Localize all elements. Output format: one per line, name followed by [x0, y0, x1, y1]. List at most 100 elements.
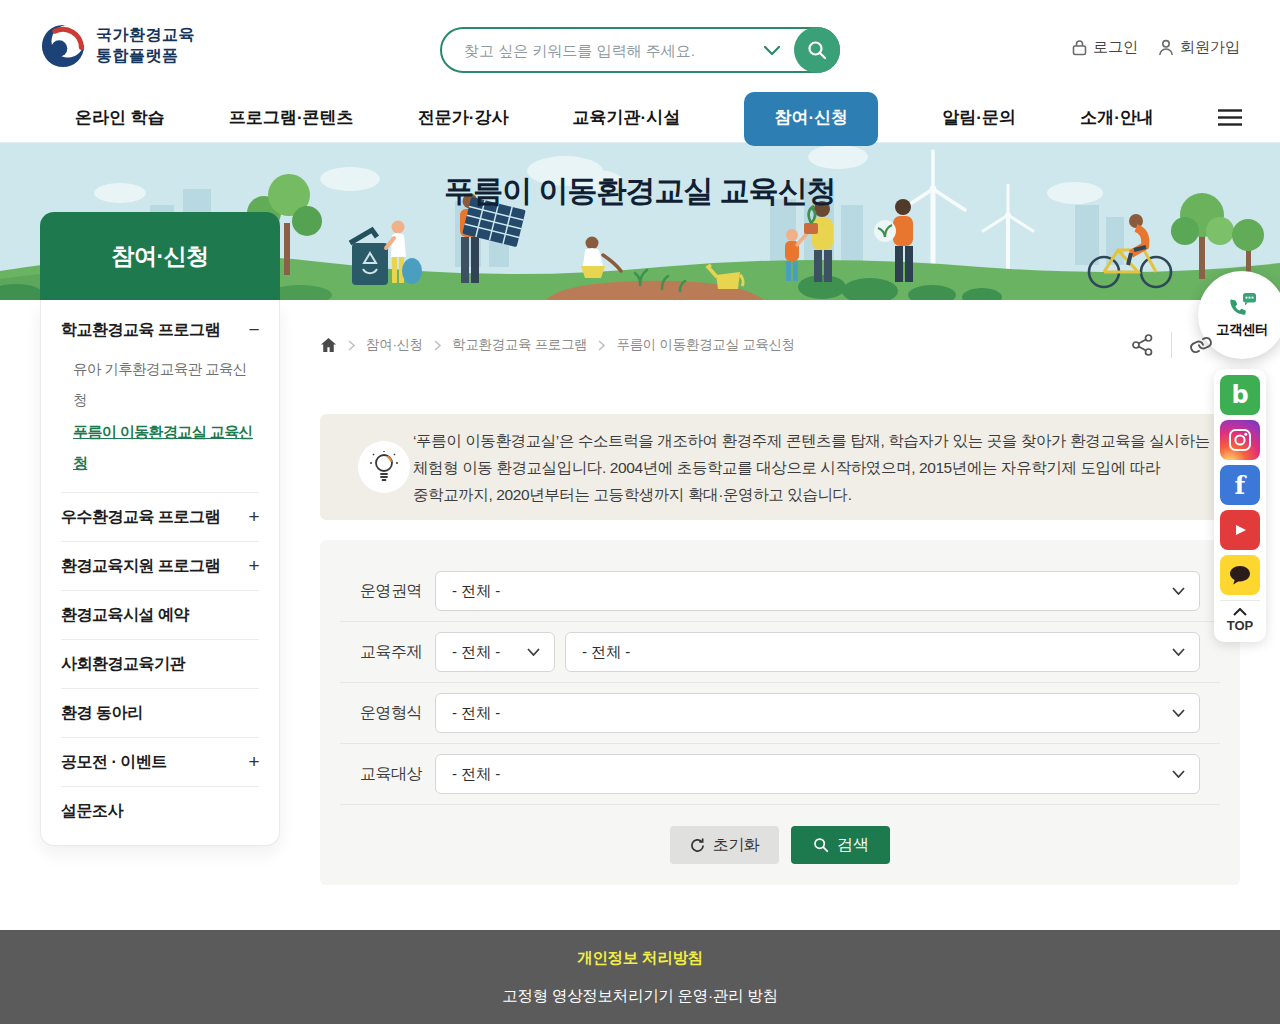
chevron-down-icon[interactable] [764, 46, 780, 55]
chevron-down-icon [1172, 587, 1185, 595]
login-link[interactable]: 로그인 [1072, 38, 1138, 57]
person-icon [1158, 39, 1174, 56]
sidebar-subitem-infant[interactable]: 유아 기후환경교육관 교육신청 [61, 354, 259, 416]
sidebar-item-excellent-programs[interactable]: 우수환경교육 프로그램 + [61, 493, 259, 541]
filter-row-format: 운영형식 - 전체 - [340, 683, 1220, 744]
filter-actions: 초기화 검색 [320, 805, 1240, 885]
lightbulb-badge [358, 441, 410, 493]
sidebar-menu: 학교환경교육 프로그램 − 유아 기후환경교육관 교육신청 푸름이 이동환경교실… [40, 300, 280, 846]
link-icon[interactable] [1187, 331, 1215, 359]
cctv-policy-link[interactable]: 고정형 영상정보처리기기 운영·관리 방침 [502, 986, 777, 1007]
region-select[interactable]: - 전체 - [435, 571, 1200, 611]
instagram-button[interactable] [1220, 420, 1260, 460]
info-text: ‘푸름이 이동환경교실’은 수소트럭을 개조하여 환경주제 콘텐츠를 탑재, 학… [413, 427, 1210, 508]
chevron-down-icon [1172, 709, 1185, 717]
nav-item-participation[interactable]: 참여·신청 [744, 92, 878, 146]
search-icon [806, 39, 828, 61]
chevron-up-icon [1233, 608, 1247, 616]
sidebar-item-survey[interactable]: 설문조사 [61, 787, 259, 835]
chevron-down-icon [1172, 648, 1185, 656]
collapse-icon[interactable]: − [248, 319, 259, 341]
search-icon [813, 837, 829, 853]
main-nav: 온라인 학습 프로그램·콘텐츠 전문가·강사 교육기관·시설 참여·신청 알림·… [0, 92, 1280, 146]
sidebar-title-label: 참여·신청 [111, 241, 208, 272]
nav-item-institutions[interactable]: 교육기관·시설 [573, 92, 681, 146]
breadcrumb-item[interactable]: 참여·신청 [366, 336, 423, 354]
home-icon[interactable] [320, 337, 337, 353]
format-select[interactable]: - 전체 - [435, 693, 1200, 733]
naver-blog-button[interactable]: b [1220, 375, 1260, 415]
filter-row-target: 교육대상 - 전체 - [340, 744, 1220, 805]
scroll-to-top-button[interactable]: TOP [1220, 600, 1260, 636]
menu-button[interactable] [1218, 92, 1242, 146]
sidebar-group: 학교환경교육 프로그램 − 유아 기후환경교육관 교육신청 푸름이 이동환경교실… [61, 306, 259, 492]
nav-item-experts[interactable]: 전문가·강사 [418, 92, 509, 146]
info-box: ‘푸름이 이동환경교실’은 수소트럭을 개조하여 환경주제 콘텐츠를 탑재, 학… [320, 414, 1240, 520]
page-title: 푸름이 이동환경교실 교육신청 [0, 171, 1280, 212]
expand-icon[interactable]: + [248, 751, 259, 773]
filter-label: 운영권역 [360, 581, 435, 602]
nav-item-online-learning[interactable]: 온라인 학습 [75, 92, 165, 146]
sidebar-item-facility-reservation[interactable]: 환경교육시설 예약 [61, 591, 259, 639]
search-input[interactable] [442, 42, 764, 59]
divider [1171, 332, 1172, 358]
lightbulb-icon [369, 450, 399, 484]
login-label: 로그인 [1093, 38, 1138, 57]
customer-center-label: 고객센터 [1216, 321, 1268, 339]
breadcrumb: 참여·신청 학교환경교육 프로그램 푸름이 이동환경교실 교육신청 [320, 334, 795, 356]
youtube-button[interactable] [1220, 510, 1260, 550]
nav-item-notices[interactable]: 알림·문의 [942, 92, 1016, 146]
footer: 개인정보 처리방침 고정형 영상정보처리기기 운영·관리 방침 [0, 930, 1280, 1024]
sidebar-item-support-programs[interactable]: 환경교육지원 프로그램 + [61, 542, 259, 590]
search-bar [440, 27, 840, 73]
nav-item-about[interactable]: 소개·안내 [1080, 92, 1154, 146]
nav-item-programs[interactable]: 프로그램·콘텐츠 [229, 92, 354, 146]
signup-label: 회원가입 [1180, 38, 1240, 57]
sidebar-group: 우수환경교육 프로그램 + [61, 492, 259, 541]
reset-button[interactable]: 초기화 [670, 826, 780, 864]
filter-row-region: 운영권역 - 전체 - [340, 561, 1220, 622]
page-actions [1132, 331, 1212, 359]
sidebar-group: 환경교육시설 예약 [61, 590, 259, 639]
breadcrumb-item[interactable]: 학교환경교육 프로그램 [452, 336, 587, 354]
target-select[interactable]: - 전체 - [435, 754, 1200, 794]
search-button[interactable] [794, 27, 840, 73]
privacy-policy-link[interactable]: 개인정보 처리방침 [577, 948, 703, 969]
topic-category-select[interactable]: - 전체 - [435, 632, 555, 672]
sidebar-group: 사회환경교육기관 [61, 639, 259, 688]
filter-label: 교육주제 [360, 642, 435, 663]
sidebar-item-club[interactable]: 환경 동아리 [61, 689, 259, 737]
sidebar-subitem-pureumi[interactable]: 푸름이 이동환경교실 교육신청 [61, 416, 259, 478]
sidebar-sublist: 유아 기후환경교육관 교육신청 푸름이 이동환경교실 교육신청 [61, 354, 259, 492]
instagram-icon [1228, 428, 1252, 452]
topic-select[interactable]: - 전체 - [565, 632, 1200, 672]
signup-link[interactable]: 회원가입 [1158, 38, 1240, 57]
chevron-down-icon [527, 648, 540, 656]
header: 국가환경교육 통합플랫폼 로그인 [0, 0, 1280, 92]
filter-label: 운영형식 [360, 703, 435, 724]
sidebar-group: 환경 동아리 [61, 688, 259, 737]
sidebar-group: 환경교육지원 프로그램 + [61, 541, 259, 590]
facebook-button[interactable]: f [1220, 465, 1260, 505]
filter-label: 교육대상 [360, 764, 435, 785]
expand-icon[interactable]: + [248, 555, 259, 577]
sidebar-title: 참여·신청 [40, 212, 280, 300]
logo[interactable]: 국가환경교육 통합플랫폼 [40, 23, 195, 69]
youtube-icon [1230, 522, 1250, 538]
chevron-right-icon [348, 340, 355, 351]
auth-links: 로그인 회원가입 [1072, 38, 1240, 57]
facebook-icon: f [1235, 471, 1246, 500]
kakaotalk-icon [1228, 564, 1252, 586]
filter-panel: 운영권역 - 전체 - 교육주제 - 전체 - - 전체 - 운영형식 - 전체… [320, 540, 1240, 885]
expand-icon[interactable]: + [248, 506, 259, 528]
share-icon[interactable] [1132, 334, 1153, 356]
breadcrumb-item[interactable]: 푸름이 이동환경교실 교육신청 [616, 336, 795, 354]
sidebar-item-social-institutions[interactable]: 사회환경교육기관 [61, 640, 259, 688]
kakaotalk-button[interactable] [1220, 555, 1260, 595]
refresh-icon [690, 838, 705, 853]
lock-icon [1072, 39, 1087, 56]
filter-search-button[interactable]: 검색 [791, 826, 890, 864]
logo-line1: 국가환경교육 [96, 25, 195, 46]
sidebar-item-school-programs[interactable]: 학교환경교육 프로그램 − [61, 306, 259, 354]
sidebar-item-contest[interactable]: 공모전 · 이벤트 + [61, 738, 259, 786]
